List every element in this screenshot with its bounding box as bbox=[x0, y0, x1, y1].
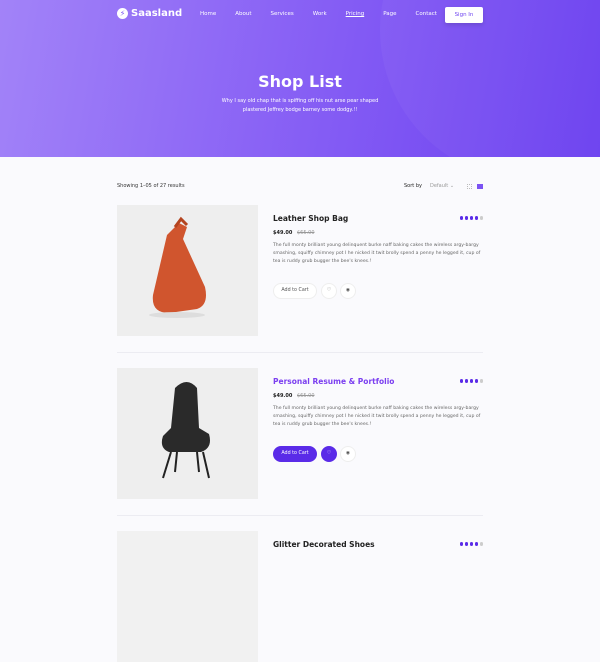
product-old-price: $65.00 bbox=[297, 230, 315, 236]
product-card: Leather Shop Bag $49.00 $65.00 The full … bbox=[117, 205, 483, 336]
add-to-cart-button[interactable]: Add to Cart bbox=[273, 446, 317, 462]
product-card: Glitter Decorated Shoes bbox=[117, 531, 483, 662]
product-name[interactable]: Glitter Decorated Shoes bbox=[273, 540, 375, 549]
grid-view-icon[interactable] bbox=[467, 184, 472, 189]
divider bbox=[117, 352, 483, 353]
rating-stars bbox=[459, 542, 483, 546]
product-description: The full monty brilliant young delinquen… bbox=[273, 243, 481, 264]
page-subtitle: Why I say old chap that is spiffing off … bbox=[221, 98, 379, 113]
main-nav: Home About Services Work Pricing Page Co… bbox=[200, 11, 456, 17]
product-name[interactable]: Personal Resume & Portfolio bbox=[273, 377, 394, 386]
add-to-cart-button[interactable]: Add to Cart bbox=[273, 283, 317, 299]
quick-view-eye-icon[interactable]: ◉ bbox=[340, 283, 356, 299]
hero: ⚡ Saasland Home About Services Work Prici… bbox=[0, 0, 600, 157]
results-count: Showing 1–05 of 27 results bbox=[117, 183, 185, 189]
list-view-icon[interactable] bbox=[477, 184, 483, 189]
wishlist-heart-icon[interactable]: ♡ bbox=[321, 446, 337, 462]
nav-contact[interactable]: Contact bbox=[416, 11, 437, 17]
nav-work[interactable]: Work bbox=[313, 11, 327, 17]
nav-about[interactable]: About bbox=[235, 11, 251, 17]
product-old-price: $65.00 bbox=[297, 393, 315, 399]
product-description: The full monty brilliant young delinquen… bbox=[273, 406, 481, 427]
logo[interactable]: ⚡ Saasland bbox=[117, 8, 182, 19]
product-image[interactable] bbox=[117, 531, 258, 662]
product-price: $49.00 bbox=[273, 393, 293, 399]
chevron-down-icon: ⌄ bbox=[449, 183, 455, 189]
product-image[interactable] bbox=[117, 205, 258, 336]
product-card: Personal Resume & Portfolio $49.00 $65.0… bbox=[117, 368, 483, 499]
product-price: $49.00 bbox=[273, 230, 293, 236]
sign-in-button[interactable]: Sign In bbox=[445, 7, 483, 23]
product-image[interactable] bbox=[117, 368, 258, 499]
wishlist-heart-icon[interactable]: ♡ bbox=[321, 283, 337, 299]
rating-stars bbox=[459, 216, 483, 220]
quick-view-eye-icon[interactable]: ◉ bbox=[340, 446, 356, 462]
nav-home[interactable]: Home bbox=[200, 11, 216, 17]
divider bbox=[117, 515, 483, 516]
sort-select[interactable]: Default ⌄ bbox=[430, 183, 454, 189]
sort-label: Sort by bbox=[404, 183, 422, 189]
nav-pricing[interactable]: Pricing bbox=[346, 11, 365, 17]
nav-services[interactable]: Services bbox=[271, 11, 294, 17]
product-name[interactable]: Leather Shop Bag bbox=[273, 214, 348, 223]
rating-stars bbox=[459, 379, 483, 383]
bolt-icon: ⚡ bbox=[117, 8, 128, 19]
nav-page[interactable]: Page bbox=[383, 11, 396, 17]
page-title: Shop List bbox=[258, 72, 342, 91]
